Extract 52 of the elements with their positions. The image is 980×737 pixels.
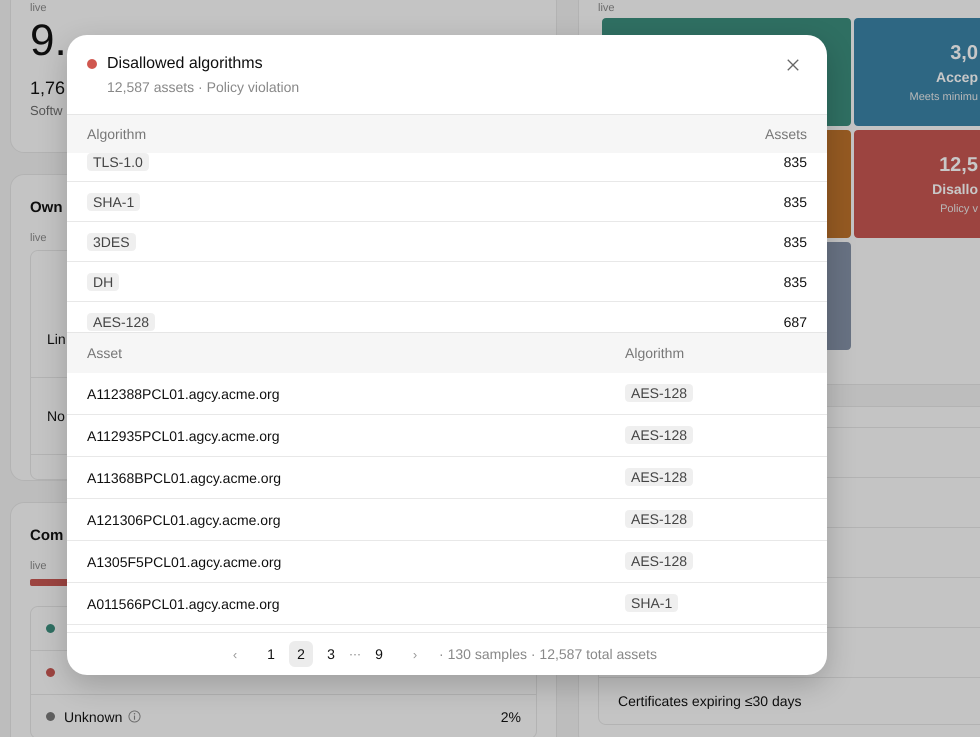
- info-icon[interactable]: [128, 710, 142, 723]
- live-label: live: [30, 232, 47, 244]
- algorithm-tag: DH: [87, 272, 120, 290]
- category-tile[interactable]: 3,0 Accep Meets minimu: [854, 18, 980, 126]
- close-icon[interactable]: [786, 58, 800, 72]
- table-cell-text: A011566PCL01.agcy.acme.org: [87, 596, 280, 612]
- algorithm-tag: AES-128: [625, 552, 694, 570]
- card-title: Own: [30, 199, 62, 216]
- live-label: live: [598, 2, 615, 14]
- algorithm-tag: AES-128: [625, 426, 694, 444]
- live-label: live: [30, 560, 47, 572]
- algorithm-tag: 3DES: [87, 232, 136, 250]
- algorithm-tag: AES-128: [87, 312, 156, 330]
- dialog-subtitle: 12,587 assets · Policy violation: [107, 79, 300, 95]
- table-cell-text: A112388PCL01.agcy.acme.org: [87, 386, 280, 402]
- dialog-title: Disallowed algorithms: [107, 55, 263, 73]
- page-button[interactable]: 1: [259, 641, 284, 667]
- secondary-value: 1,76: [30, 78, 66, 99]
- table-cell: 687: [784, 314, 807, 330]
- table-cell: 835: [784, 154, 807, 170]
- page-ellipsis: ···: [349, 647, 362, 661]
- algorithm-tag: SHA-1: [625, 594, 678, 612]
- column-header: Algorithm: [625, 345, 686, 361]
- algorithm-tag: AES-128: [625, 384, 694, 402]
- table-cell-text: A112935PCL01.agcy.acme.org: [87, 428, 280, 444]
- table-cell: 835: [784, 194, 807, 210]
- certificate-item: Certificates expiring ≤30 days: [618, 693, 802, 709]
- algorithm-tag: AES-128: [625, 510, 694, 528]
- table-cell-text: A1305F5PCL01.agcy.acme.org: [87, 554, 282, 570]
- algorithm-tag: SHA-1: [87, 192, 140, 210]
- algorithm-tag: TLS-1.0: [87, 153, 149, 170]
- owner-row-label: Lin: [47, 331, 66, 347]
- page-button[interactable]: 2: [289, 641, 314, 667]
- algorithm-tag: AES-128: [625, 468, 694, 486]
- pagination-summary: · 130 samples · 12,587 total assets: [439, 646, 657, 662]
- live-label: live: [30, 2, 47, 14]
- table-cell-text: A121306PCL01.agcy.acme.org: [87, 512, 282, 528]
- metric-caption: Softw: [30, 103, 63, 118]
- status-label: Unknown: [64, 708, 122, 724]
- page-button[interactable]: 3: [319, 641, 344, 667]
- table-cell: 835: [784, 274, 807, 290]
- column-header: Assets: [764, 126, 807, 142]
- owner-row-label: No: [47, 408, 65, 424]
- table-cell-text: A11368BPCL01.agcy.acme.org: [87, 470, 282, 486]
- table-cell: 835: [784, 234, 807, 250]
- metric-value: 9.: [30, 16, 67, 66]
- column-header: Algorithm: [87, 126, 146, 142]
- column-header: Asset: [87, 345, 124, 361]
- card-title: Com: [30, 527, 64, 544]
- status-value: 2%: [500, 708, 521, 724]
- category-tile[interactable]: 12,5 Disallo Policy v: [854, 130, 980, 238]
- page-button[interactable]: 9: [367, 641, 392, 667]
